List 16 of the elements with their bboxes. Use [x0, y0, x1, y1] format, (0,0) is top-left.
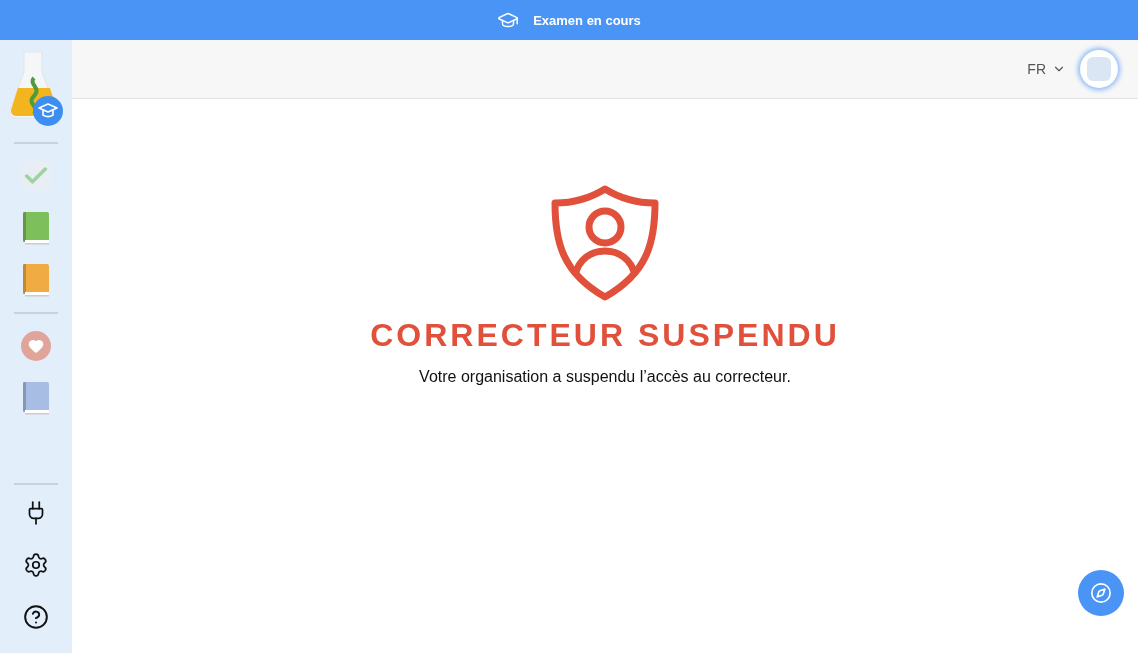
compass-icon [1090, 582, 1112, 604]
avatar-button[interactable] [1080, 50, 1118, 88]
compass-button[interactable] [1078, 570, 1124, 616]
book-icon [22, 381, 50, 415]
notice-message: Votre organisation a suspendu l’accès au correcteur. [419, 368, 791, 386]
book-icon [22, 211, 50, 245]
flask-logo-icon[interactable] [6, 48, 66, 126]
shield-user-icon [549, 185, 661, 301]
banner-text: Examen en cours [533, 12, 641, 28]
settings-icon [23, 552, 49, 578]
help-icon [23, 604, 49, 630]
notice-title: CORRECTEUR SUSPENDU [370, 317, 840, 354]
check-icon [22, 162, 50, 190]
language-selector[interactable]: FR [1027, 61, 1066, 77]
avatar-face-icon [1085, 55, 1113, 83]
book-icon [22, 263, 50, 297]
